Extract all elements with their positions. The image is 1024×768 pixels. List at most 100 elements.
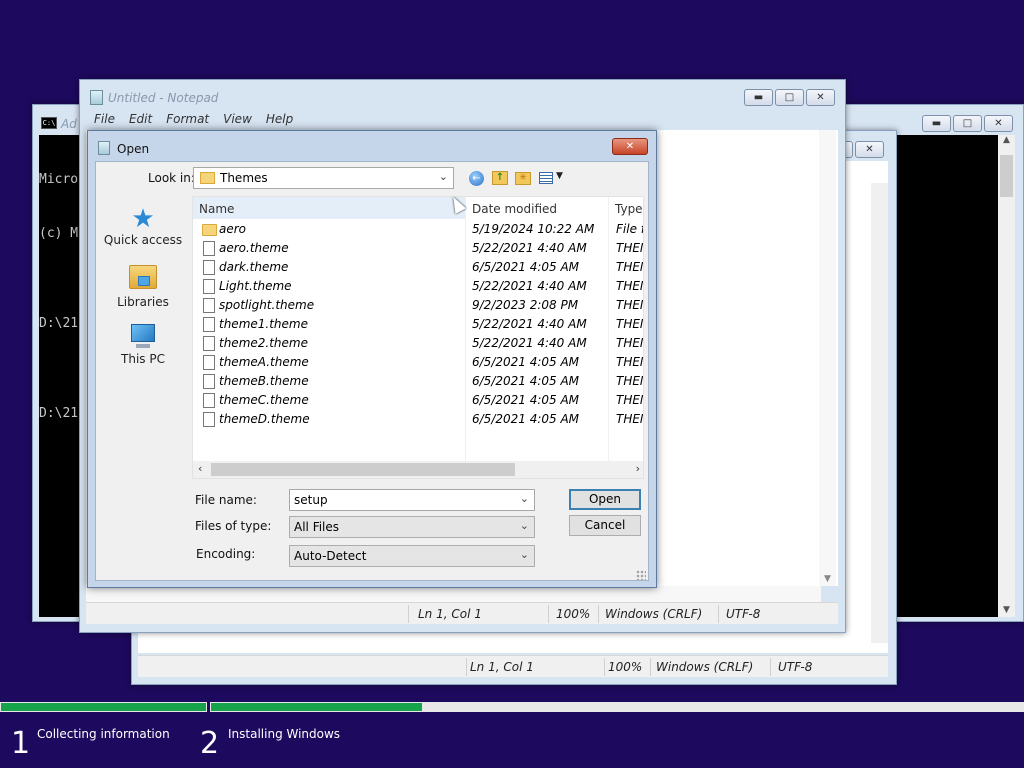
file-type: File fo [616,222,643,236]
folder-icon [200,172,215,184]
open-button[interactable]: Open [569,489,641,510]
place-this-pc[interactable]: This PC [101,324,185,374]
chevron-down-icon: ⌄ [438,170,448,183]
close-icon[interactable]: ✕ [984,115,1013,132]
file-date: 6/5/2021 4:05 AM [472,260,580,274]
look-in-select[interactable]: Themes ⌄ [193,167,454,189]
file-type-label: Files of type: [195,519,272,533]
column-type[interactable]: Type [609,197,643,219]
file-name: aero [219,222,247,236]
file-date: 5/22/2021 4:40 AM [472,241,587,255]
status-encoding: UTF-8 [726,607,761,621]
close-icon[interactable]: ✕ [855,141,884,158]
dialog-titlebar[interactable]: Open ✕ [88,131,656,161]
list-item[interactable]: spotlight.theme 9/2/2023 2:08 PM THEM [193,296,643,315]
step-number: 1 [11,726,31,761]
list-item[interactable]: dark.theme 6/5/2021 4:05 AM THEM [193,258,643,277]
file-list[interactable]: Name ⌃ Date modified Type aero 5/19/2024 … [192,196,644,479]
chevron-down-icon[interactable]: ▼ [998,605,1015,615]
file-date: 6/5/2021 4:05 AM [472,412,580,426]
status-position: Ln 1, Col 1 [470,660,534,674]
console-scrollbar[interactable]: ▲ ▼ [998,135,1015,617]
column-name[interactable]: Name ⌃ [193,197,465,219]
status-zoom: 100% [556,607,591,621]
chevron-left-icon[interactable]: ‹ [198,462,202,475]
console-title: Ad [61,117,77,131]
place-libraries[interactable]: Libraries [101,265,185,315]
list-item[interactable]: theme2.theme 5/22/2021 4:40 AM THEM [193,334,643,353]
status-line-ending: Windows (CRLF) [605,607,703,621]
file-icon [203,336,215,351]
chevron-right-icon[interactable]: › [636,462,640,475]
close-icon[interactable]: ✕ [806,89,835,106]
view-menu-icon[interactable]: ▼ [539,171,565,186]
notepad-title: Untitled - Notepad [108,91,219,105]
file-date: 6/5/2021 4:05 AM [472,374,580,388]
list-hscroll[interactable]: ‹ › [193,461,643,478]
chevron-up-icon[interactable]: ▲ [998,135,1015,145]
notepad-back-scrollbar[interactable] [871,183,888,643]
notepad-back-statusbar: Ln 1, Col 1 100% Windows (CRLF) UTF-8 [138,655,888,677]
progress-divider [207,701,210,713]
file-type: THEM [616,298,643,312]
list-item[interactable]: aero 5/19/2024 10:22 AM File fo [193,220,643,239]
list-item[interactable]: themeA.theme 6/5/2021 4:05 AM THEM [193,353,643,372]
column-date-modified[interactable]: Date modified [466,197,608,219]
up-folder-icon[interactable]: ↑ [492,171,508,185]
computer-icon [131,324,155,348]
chevron-down-icon[interactable]: ▼ [819,574,836,584]
file-date: 6/5/2021 4:05 AM [472,355,580,369]
scroll-thumb[interactable] [1000,155,1013,197]
file-type: THEM [616,317,643,331]
notepad-vscroll[interactable]: ▼ [819,130,836,586]
menu-view[interactable]: View [223,112,252,126]
libraries-icon [129,265,157,289]
list-item[interactable]: themeD.theme 6/5/2021 4:05 AM THEM [193,410,643,429]
status-zoom: 100% [608,660,643,674]
star-icon: ★ [131,204,155,234]
minimize-icon[interactable]: ▬ [744,89,773,106]
menu-help[interactable]: Help [266,112,293,126]
file-icon [203,374,215,389]
menu-file[interactable]: File [94,112,115,126]
encoding-label: Encoding: [196,547,256,561]
cancel-button[interactable]: Cancel [569,515,641,536]
place-quick-access[interactable]: ★ Quick access [101,205,185,255]
maximize-icon[interactable]: □ [953,115,982,132]
status-position: Ln 1, Col 1 [418,607,482,621]
file-icon [203,393,215,408]
resize-grip[interactable] [636,570,646,580]
minimize-icon[interactable]: ▬ [922,115,951,132]
scroll-thumb[interactable] [211,463,515,476]
menu-format[interactable]: Format [166,112,209,126]
chevron-up-icon: ⌃ [325,196,333,204]
notepad-titlebar[interactable]: Untitled - Notepad ▬ □ ✕ [80,80,845,106]
notepad-hscroll[interactable] [86,586,821,602]
file-name-input[interactable]: setup ⌄ [289,489,535,511]
new-folder-icon[interactable]: ✳ [515,172,531,185]
file-name: Light.theme [219,279,292,293]
file-date: 5/19/2024 10:22 AM [472,222,595,236]
maximize-icon[interactable]: □ [775,89,804,106]
back-icon[interactable]: ← [469,171,484,186]
menu-edit[interactable]: Edit [129,112,152,126]
list-item[interactable]: themeB.theme 6/5/2021 4:05 AM THEM [193,372,643,391]
file-name-label: File name: [195,493,257,507]
list-item[interactable]: themeC.theme 6/5/2021 4:05 AM THEM [193,391,643,410]
list-item[interactable]: aero.theme 5/22/2021 4:40 AM THEM [193,239,643,258]
file-type-select[interactable]: All Files ⌄ [289,516,535,538]
file-name: themeA.theme [219,355,309,369]
close-icon[interactable]: ✕ [612,138,648,155]
file-name: themeD.theme [219,412,310,426]
file-icon [203,412,215,427]
place-label: Quick access [103,233,183,247]
chevron-down-icon: ⌄ [519,548,529,561]
encoding-select[interactable]: Auto-Detect ⌄ [289,545,535,567]
place-label: This PC [121,352,165,366]
status-line-ending: Windows (CRLF) [656,660,754,674]
list-item[interactable]: Light.theme 5/22/2021 4:40 AM THEM [193,277,643,296]
list-item[interactable]: theme1.theme 5/22/2021 4:40 AM THEM [193,315,643,334]
chevron-down-icon[interactable]: ⌄ [520,492,529,505]
file-icon [203,241,215,256]
file-type: THEM [616,355,643,369]
